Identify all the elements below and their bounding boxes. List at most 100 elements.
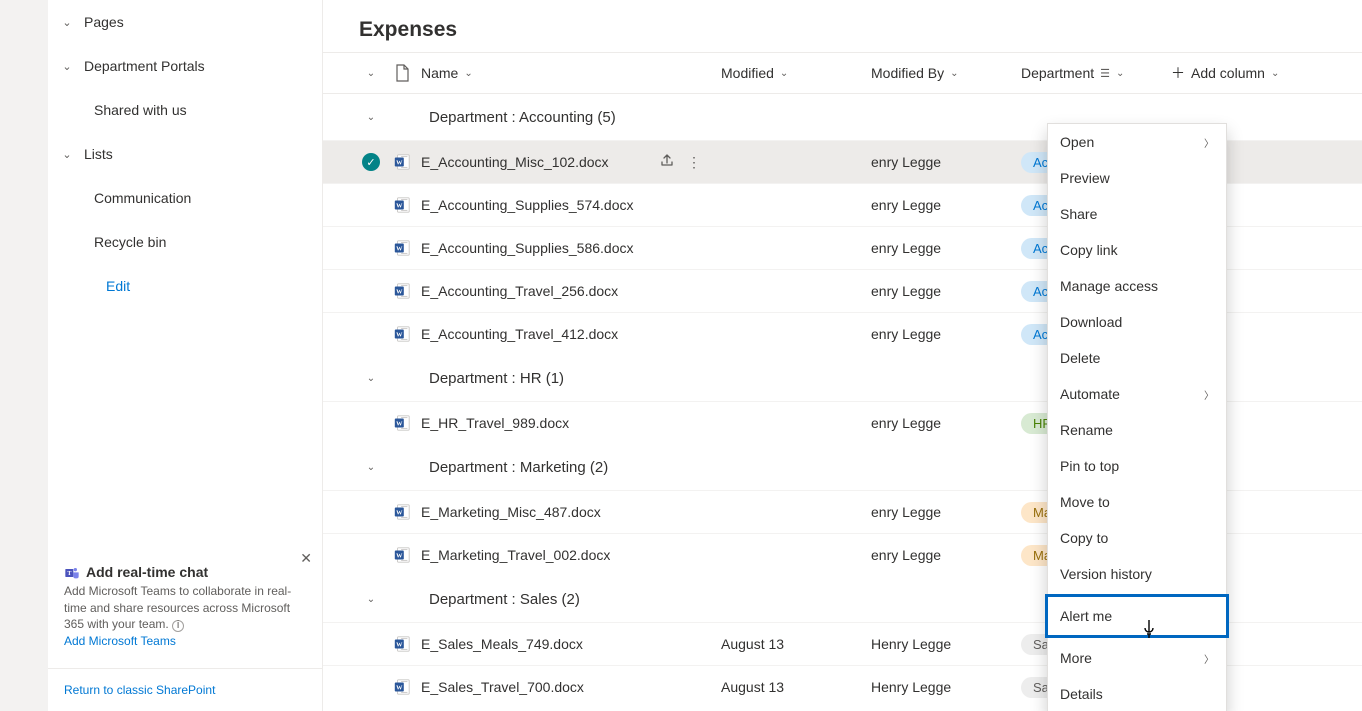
selected-check-icon[interactable]: ✓ [362,153,380,171]
context-menu-pin-to-top[interactable]: Pin to top [1048,448,1226,484]
nav-item-label: Lists [84,146,113,162]
expand-all-chevron[interactable]: ⌄ [359,68,383,79]
context-menu-automate[interactable]: Automate 〉 [1048,376,1226,412]
group-label: Department : Accounting (5) [429,109,616,126]
chevron-down-icon: ⌄ [464,68,472,79]
file-name[interactable]: E_Accounting_Travel_256.docx [421,283,618,299]
modified-by-cell[interactable]: enry Legge [871,504,1021,520]
file-name[interactable]: E_Accounting_Supplies_586.docx [421,240,634,256]
modified-by-cell[interactable]: Henry Legge [871,636,1021,652]
nav-edit[interactable]: Edit [48,264,322,308]
info-icon[interactable]: i [172,620,184,632]
file-name[interactable]: E_Marketing_Travel_002.docx [421,547,610,563]
classic-sharepoint-link[interactable]: Return to classic SharePoint [48,668,322,711]
page-title: Expenses [323,0,1362,52]
file-name[interactable]: E_Sales_Travel_700.docx [421,679,584,695]
more-icon[interactable]: ⋮ [687,154,701,171]
column-header-label: Modified By [871,65,944,81]
file-name[interactable]: E_Sales_Meals_749.docx [421,636,583,652]
modified-by-cell[interactable]: enry Legge [871,197,1021,213]
promo-body: Add Microsoft Teams to collaborate in re… [64,583,298,633]
nav-recycle-bin[interactable]: Recycle bin [48,220,322,264]
context-menu-move-to[interactable]: Move to [1048,484,1226,520]
context-menu-manage-access[interactable]: Manage access [1048,268,1226,304]
nav-department-portals[interactable]: ⌄ Department Portals [48,44,322,88]
nav-item-label: Recycle bin [94,234,166,250]
chevron-down-icon: ⌄ [1116,68,1124,79]
chevron-right-icon: 〉 [1204,387,1214,402]
nav-shared-with-us[interactable]: Shared with us [48,88,322,132]
context-menu-item-label: Share [1060,206,1097,222]
group-label: Department : HR (1) [429,370,564,387]
context-menu-delete[interactable]: Delete [1048,340,1226,376]
add-column-button[interactable]: ＋ Add column ⌄ [1171,63,1279,83]
nav-pages[interactable]: ⌄ Pages [48,0,322,44]
file-name[interactable]: E_Accounting_Misc_102.docx [421,154,609,170]
context-menu-item-label: Details [1060,686,1103,702]
word-icon: W [383,678,421,696]
modified-by-cell[interactable]: Henry Legge [871,679,1021,695]
close-icon[interactable]: ✕ [300,549,312,569]
svg-text:W: W [396,245,403,252]
chevron-down-icon: ⌄ [367,373,375,384]
context-menu-download[interactable]: Download [1048,304,1226,340]
add-column-label: Add column [1191,65,1265,81]
context-menu-copy-to[interactable]: Copy to [1048,520,1226,556]
context-menu-item-label: Automate [1060,386,1120,402]
chevron-down-icon: ⌄ [367,462,375,473]
nav-edit-label: Edit [70,278,130,294]
modified-by-cell[interactable]: enry Legge [871,240,1021,256]
context-menu-item-label: Alert me [1060,608,1112,624]
context-menu-version-history[interactable]: Version history [1048,556,1226,592]
word-icon: W [383,503,421,521]
file-name[interactable]: E_Accounting_Supplies_574.docx [421,197,634,213]
context-menu-item-label: Move to [1060,494,1110,510]
chevron-down-icon: ⌄ [60,148,74,161]
chevron-right-icon: 〉 [1204,651,1214,666]
list-header: ⌄ Name ⌄ Modified ⌄ Modified By ⌄ Depart… [323,52,1362,94]
nav-item-label: Shared with us [94,102,187,118]
modified-by-cell[interactable]: enry Legge [871,547,1021,563]
chevron-down-icon: ⌄ [367,112,375,123]
nav-item-label: Pages [84,14,124,30]
modified-by-cell[interactable]: enry Legge [871,283,1021,299]
word-icon: W [383,414,421,432]
file-name[interactable]: E_HR_Travel_989.docx [421,415,569,431]
context-menu-item-label: Rename [1060,422,1113,438]
column-header-modified[interactable]: Modified ⌄ [721,65,871,81]
context-menu-rename[interactable]: Rename [1048,412,1226,448]
word-icon: W [383,282,421,300]
add-teams-link[interactable]: Add Microsoft Teams [64,633,298,650]
svg-text:W: W [396,684,403,691]
context-menu-details[interactable]: Details [1048,676,1226,711]
file-name[interactable]: E_Marketing_Misc_487.docx [421,504,601,520]
nav-lists[interactable]: ⌄ Lists [48,132,322,176]
share-icon[interactable] [659,153,675,172]
file-name[interactable]: E_Accounting_Travel_412.docx [421,326,618,342]
filetype-column-header[interactable] [383,64,421,82]
word-icon: W [383,239,421,257]
column-header-department[interactable]: Department ☰ ⌄ [1021,65,1171,81]
modified-by-cell[interactable]: enry Legge [871,415,1021,431]
context-menu-open[interactable]: Open〉 [1048,124,1226,160]
svg-text:W: W [396,331,403,338]
column-header-label: Modified [721,65,774,81]
word-icon: W [383,196,421,214]
group-label: Department : Marketing (2) [429,459,608,476]
column-header-name[interactable]: Name ⌄ [421,65,721,81]
modified-by-cell[interactable]: enry Legge [871,154,1021,170]
column-header-modified-by[interactable]: Modified By ⌄ [871,65,1021,81]
nav-communication[interactable]: Communication [48,176,322,220]
context-menu-copy-link[interactable]: Copy link [1048,232,1226,268]
context-menu-alert-me[interactable]: Alert me [1045,594,1229,638]
teams-promo: ✕ T Add real-time chat Add Microsoft Tea… [64,555,306,658]
plus-icon: ＋ [1171,63,1185,83]
context-menu-more[interactable]: More〉 [1048,640,1226,676]
context-menu-preview[interactable]: Preview [1048,160,1226,196]
context-menu-share[interactable]: Share [1048,196,1226,232]
teams-icon: T [64,565,80,581]
context-menu-item-label: Download [1060,314,1122,330]
modified-by-cell[interactable]: enry Legge [871,326,1021,342]
context-menu-item-label: Pin to top [1060,458,1119,474]
context-menu-item-label: Open [1060,134,1094,150]
